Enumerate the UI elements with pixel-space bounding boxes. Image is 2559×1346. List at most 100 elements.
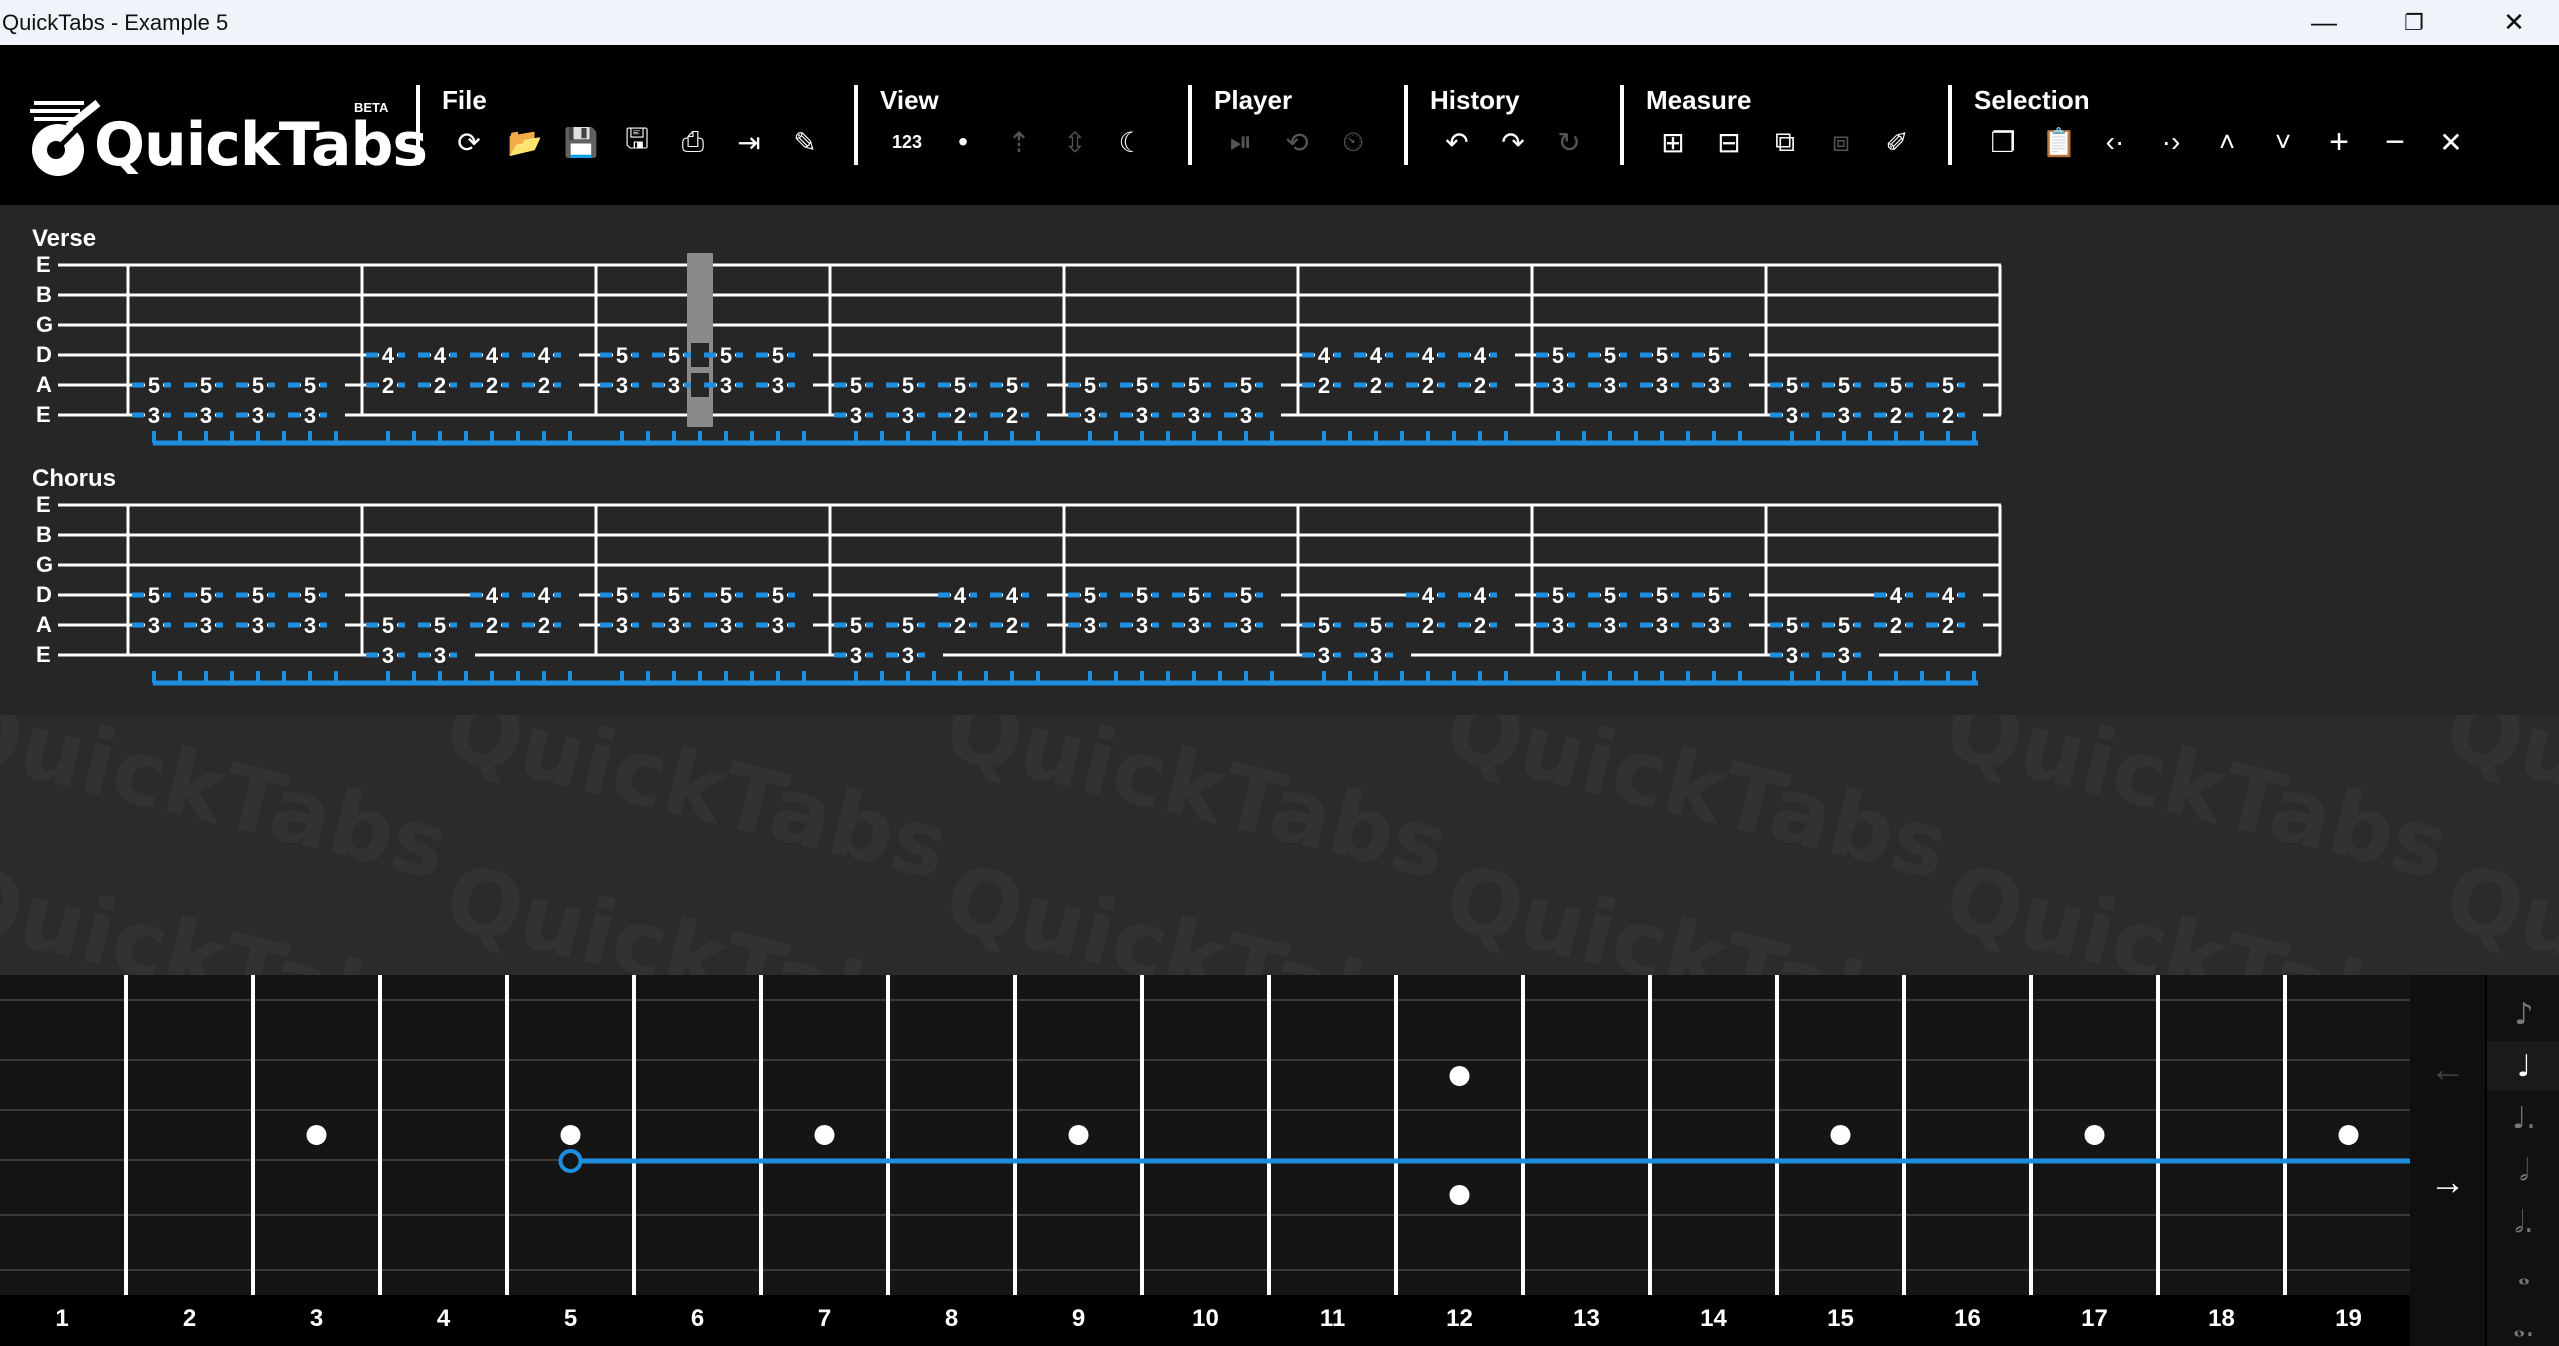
tab-note: 5 [1890, 373, 1902, 398]
dark-mode-button[interactable]: ☾ [1108, 119, 1154, 165]
print-button[interactable]: ⎙ [670, 119, 716, 165]
tab-note: 4 [1890, 583, 1903, 608]
scroll-up-button[interactable]: ⇡ [996, 119, 1042, 165]
tab-note: 5 [1656, 343, 1668, 368]
section-title[interactable]: Verse [32, 225, 96, 253]
tab-note: 3 [668, 373, 680, 398]
tab-note: 4 [1422, 343, 1435, 368]
quarter-note-button[interactable]: ♩ [2487, 1041, 2559, 1091]
tab-note: 5 [1552, 343, 1564, 368]
shift-left-button[interactable]: ‹· [2092, 119, 2138, 165]
shift-down-button[interactable]: ˅ [2260, 119, 2306, 165]
note-bg [1965, 403, 1983, 427]
tab-note: 4 [954, 583, 967, 608]
whole-note-button[interactable]: 𝅝 [2487, 1249, 2559, 1299]
fret-number: 19 [2335, 1305, 2362, 1332]
fret-number: 14 [1700, 1305, 1727, 1332]
tab-note: 3 [200, 403, 212, 428]
watermark-text: QuickTabs [2434, 844, 2559, 975]
tab-editor[interactable]: 5 5 5 5 3 3 3 3 4 4 4 4 2 2 2 2 5 5 5 5 3 3 3 3 5 5 5 5 3 3 2 2 5 5 5 5 3 3 3 3… [0, 205, 2559, 715]
repeat-button[interactable]: ↻ [1546, 119, 1592, 165]
edit-measure-button[interactable]: ✐ [1874, 119, 1920, 165]
tab-note: 3 [1188, 403, 1200, 428]
undo-button[interactable]: ↶ [1434, 119, 1480, 165]
tab-note: 2 [538, 613, 550, 638]
dot-button[interactable]: • [940, 119, 986, 165]
arrow-left-icon: ← [2429, 1048, 2466, 1089]
close-button[interactable]: ✕ [2469, 0, 2559, 45]
dot-icon: • [958, 126, 968, 157]
metronome-button[interactable]: ⏲ [1330, 119, 1376, 165]
add-measure-button[interactable]: ⊞ [1650, 119, 1696, 165]
forward-button[interactable]: → [2410, 1152, 2485, 1212]
loop-button[interactable]: ⟲ [1274, 119, 1320, 165]
numbers-button[interactable]: 123 [884, 119, 930, 165]
tab-note: 5 [1708, 343, 1720, 368]
new-button[interactable]: ⟳ [446, 119, 492, 165]
remove-after-button[interactable]: ⧈ [1818, 119, 1864, 165]
tab-note: 4 [1006, 583, 1019, 608]
tab-staff-svg[interactable]: 5 5 5 5 3 3 3 3 4 4 4 4 2 2 2 2 5 5 5 5 3 3 3 3 5 5 5 5 3 3 2 2 5 5 5 5 3 3 3 3… [0, 205, 2559, 715]
tab-note: 3 [668, 613, 680, 638]
fit-height-button[interactable]: ⇳ [1052, 119, 1098, 165]
string-label: D [36, 342, 52, 367]
tab-note: 3 [1786, 403, 1798, 428]
edit-pencil-button[interactable]: ✎ [782, 119, 828, 165]
tab-note: 5 [1188, 583, 1200, 608]
fret-marker-dot [1068, 1125, 1089, 1145]
tab-note: 5 [720, 343, 732, 368]
save-as-button[interactable]: 🖫 [614, 119, 660, 165]
add-after-icon: ⧉ [1775, 125, 1795, 157]
dotted-half-note-icon: 𝅗𝅥. [2514, 1204, 2534, 1240]
clear-button[interactable]: ✕ [2428, 119, 2474, 165]
redo-icon: ↷ [1501, 126, 1525, 158]
string-label: E [36, 402, 51, 427]
open-button[interactable]: 📂 [502, 119, 548, 165]
tab-note: 5 [772, 343, 784, 368]
tab-note: 3 [434, 643, 446, 668]
shift-up-button[interactable]: ˄ [2204, 119, 2250, 165]
tab-note: 5 [668, 343, 680, 368]
save-button[interactable]: 💾 [558, 119, 604, 165]
add-after-button[interactable]: ⧉ [1762, 119, 1808, 165]
tab-note: 5 [668, 583, 680, 608]
export-button[interactable]: ⇥ [726, 119, 772, 165]
tab-note: 5 [1136, 583, 1148, 608]
note-bg [1263, 583, 1281, 607]
selected-fret-marker[interactable] [558, 1149, 583, 1173]
tab-note: 5 [1604, 343, 1616, 368]
redo-button[interactable]: ↷ [1490, 119, 1536, 165]
tab-note: 5 [1318, 613, 1330, 638]
minus-button[interactable]: − [2372, 119, 2418, 165]
tab-note: 5 [1604, 583, 1616, 608]
copy-button[interactable]: ❐ [1980, 119, 2026, 165]
plus-button[interactable]: + [2316, 119, 2362, 165]
restore-button[interactable]: ❐ [2369, 0, 2459, 45]
fretboard-svg[interactable] [0, 975, 2410, 1295]
section-title[interactable]: Chorus [32, 465, 116, 493]
note-bg [327, 373, 345, 397]
tab-note: 4 [1318, 343, 1331, 368]
tab-note: 5 [1838, 373, 1850, 398]
note-bg [561, 613, 579, 637]
navigation-panel: ← → [2410, 975, 2485, 1346]
paste-button[interactable]: 📋 [2036, 119, 2082, 165]
play-pause-button[interactable]: ⏯ [1218, 119, 1264, 165]
watermark-area: QuickTabs QuickTabs QuickTabs QuickTabs Quic… [0, 715, 2559, 975]
remove-measure-button[interactable]: ⊟ [1706, 119, 1752, 165]
eighth-note-button[interactable]: ♪ [2487, 989, 2559, 1039]
shift-right-button[interactable]: ·› [2148, 119, 2194, 165]
dotted-half-note-button[interactable]: 𝅗𝅥. [2487, 1197, 2559, 1247]
fret-marker-dot [2084, 1125, 2105, 1145]
string-label: E [36, 492, 51, 517]
dotted-quarter-note-button[interactable]: ♩. [2487, 1093, 2559, 1143]
tab-note: 4 [1942, 583, 1955, 608]
tab-note: 5 [616, 343, 628, 368]
minimize-button[interactable]: — [2279, 0, 2369, 45]
dotted-whole-note-button[interactable]: 𝅝. [2487, 1301, 2559, 1346]
half-note-button[interactable]: 𝅗𝅥 [2487, 1145, 2559, 1195]
tab-note: 2 [538, 373, 550, 398]
tab-note: 3 [1084, 613, 1096, 638]
back-button[interactable]: ← [2410, 1039, 2485, 1099]
fretboard[interactable] [0, 975, 2410, 1346]
